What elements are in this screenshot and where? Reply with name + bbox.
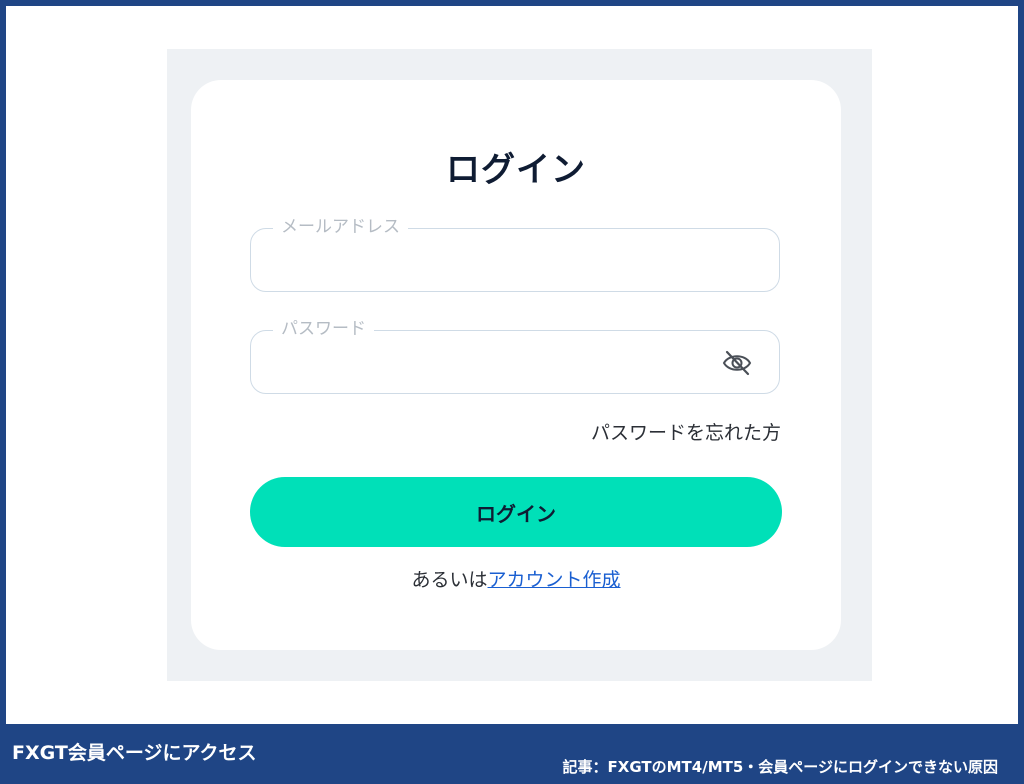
page-title: ログイン <box>446 150 586 190</box>
eye-off-icon[interactable] <box>721 349 753 377</box>
create-account-link[interactable]: アカウント作成 <box>488 569 621 591</box>
email-field-label: メールアドレス <box>273 217 408 237</box>
screenshot-frame: ログイン メールアドレス パスワード パスワードを忘れた方 ログイン あるいはア… <box>6 6 1018 724</box>
page-background: ログイン メールアドレス パスワード パスワードを忘れた方 ログイン あるいはア… <box>167 49 872 681</box>
password-field-label: パスワード <box>273 319 374 339</box>
signup-line: あるいはアカウント作成 <box>191 565 841 592</box>
caption-right: 記事：FXGTのMT4/MT5・会員ページにログインできない原因 <box>562 758 998 776</box>
forgot-password-link[interactable]: パスワードを忘れた方 <box>591 418 781 445</box>
password-field[interactable]: パスワード <box>250 319 780 394</box>
login-button[interactable]: ログイン <box>250 477 782 547</box>
password-input[interactable] <box>275 347 709 379</box>
signup-prefix: あるいは <box>411 569 488 591</box>
caption-left: FXGT会員ページにアクセス <box>12 742 257 764</box>
email-field[interactable]: メールアドレス <box>250 217 780 292</box>
login-card: ログイン メールアドレス パスワード パスワードを忘れた方 ログイン あるいはア… <box>191 80 841 650</box>
email-input[interactable] <box>275 245 709 277</box>
